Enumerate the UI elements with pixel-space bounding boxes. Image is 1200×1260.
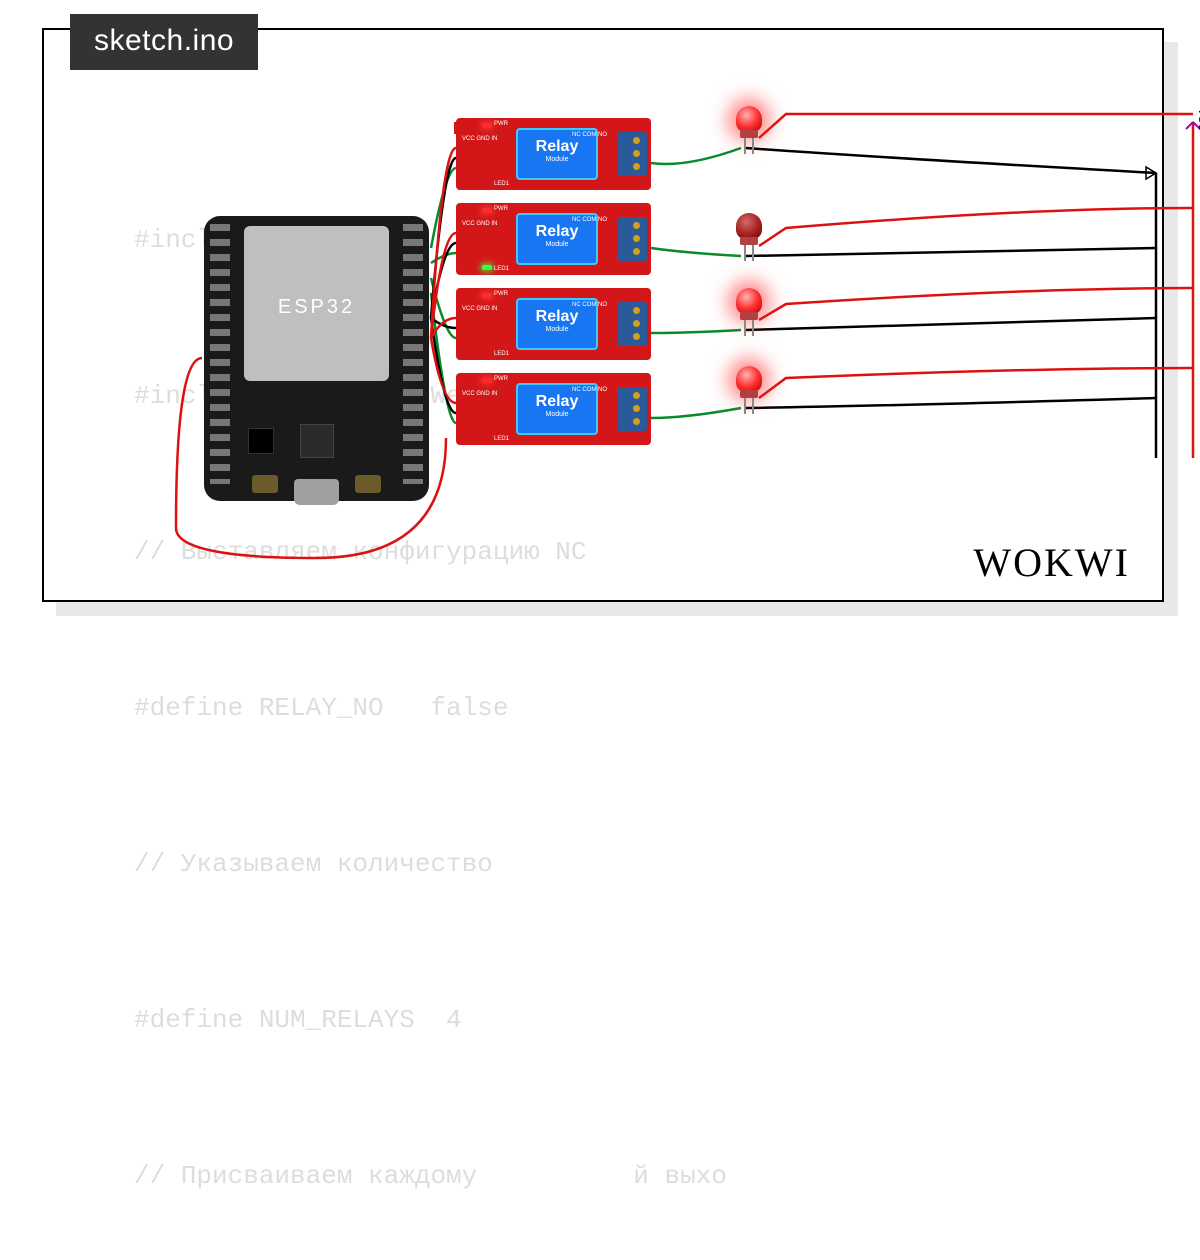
relay-pins-right: NC COM NO xyxy=(572,300,607,310)
relay-pwr-label: PWR xyxy=(494,121,508,127)
relay-pins-left: VCC GND IN xyxy=(462,219,497,229)
vcc-label: VCC xyxy=(1196,108,1200,131)
preview-frame: #include <WiFi.h> #include <ESPAsyncWeb … xyxy=(42,28,1164,602)
relay-screw-terminal xyxy=(617,132,647,176)
led-4[interactable] xyxy=(736,366,762,392)
relay-pins-left: VCC GND IN xyxy=(462,304,497,314)
esp32-shield: ESP32 xyxy=(244,226,389,381)
led-1[interactable] xyxy=(736,106,762,132)
relay-terminal xyxy=(454,122,464,134)
esp32-board[interactable]: ESP32 xyxy=(204,216,429,501)
code-line: #define RELAY_NO false xyxy=(134,682,1154,734)
esp32-en-button[interactable] xyxy=(252,475,278,493)
esp32-chip2 xyxy=(248,428,274,454)
esp32-boot-button[interactable] xyxy=(355,475,381,493)
code-line: // Указываем количество xyxy=(134,838,1154,890)
relay-pwr-label: PWR xyxy=(494,376,508,382)
code-line: // Присваиваем каждому й выхо xyxy=(134,1150,1154,1202)
relay-pins-right: NC COM NO xyxy=(572,130,607,140)
relay-screw-terminal xyxy=(617,217,647,261)
relay-module-1[interactable]: PWR LED1 VCC GND IN Relay Module NC COM … xyxy=(456,118,651,190)
relay-pwr-label: PWR xyxy=(494,291,508,297)
relay-pwr-led xyxy=(482,208,492,213)
relay-led1-label: LED1 xyxy=(494,266,509,272)
relay-subtitle: Module xyxy=(518,411,596,418)
relay-screw-terminal xyxy=(617,302,647,346)
relay-pins-right: NC COM NO xyxy=(572,215,607,225)
file-tab-label: sketch.ino xyxy=(94,24,234,57)
led-2[interactable] xyxy=(736,213,762,239)
esp32-label: ESP32 xyxy=(244,296,389,319)
relay-pins-left: VCC GND IN xyxy=(462,389,497,399)
relay-subtitle: Module xyxy=(518,241,596,248)
code-line: #define NUM_RELAYS 4 xyxy=(134,994,1154,1046)
wokwi-logo-text: WOKWI xyxy=(973,540,1130,585)
relay-pwr-led xyxy=(482,123,492,128)
esp32-chip xyxy=(300,424,334,458)
relay-pins-right: NC COM NO xyxy=(572,385,607,395)
relay-subtitle: Module xyxy=(518,156,596,163)
relay-module-4[interactable]: PWR LED1 VCC GND IN Relay Module NC COM … xyxy=(456,373,651,445)
led-3[interactable] xyxy=(736,288,762,314)
relay-module-2[interactable]: PWR LED1 VCC GND IN Relay Module NC COM … xyxy=(456,203,651,275)
relay-led1-label: LED1 xyxy=(494,436,509,442)
relay-screw-terminal xyxy=(617,387,647,431)
relay-pins-left: VCC GND IN xyxy=(462,134,497,144)
relay-led1-label: LED1 xyxy=(494,181,509,187)
wokwi-logo: WOKWI xyxy=(973,539,1130,586)
relay-subtitle: Module xyxy=(518,326,596,333)
esp32-usb xyxy=(294,479,339,505)
relay-status-led xyxy=(482,265,492,270)
relay-module-3[interactable]: PWR LED1 VCC GND IN Relay Module NC COM … xyxy=(456,288,651,360)
relay-led1-label: LED1 xyxy=(494,351,509,357)
relay-pwr-led xyxy=(482,293,492,298)
file-tab[interactable]: sketch.ino xyxy=(70,14,258,70)
relay-pwr-led xyxy=(482,378,492,383)
relay-pwr-label: PWR xyxy=(494,206,508,212)
